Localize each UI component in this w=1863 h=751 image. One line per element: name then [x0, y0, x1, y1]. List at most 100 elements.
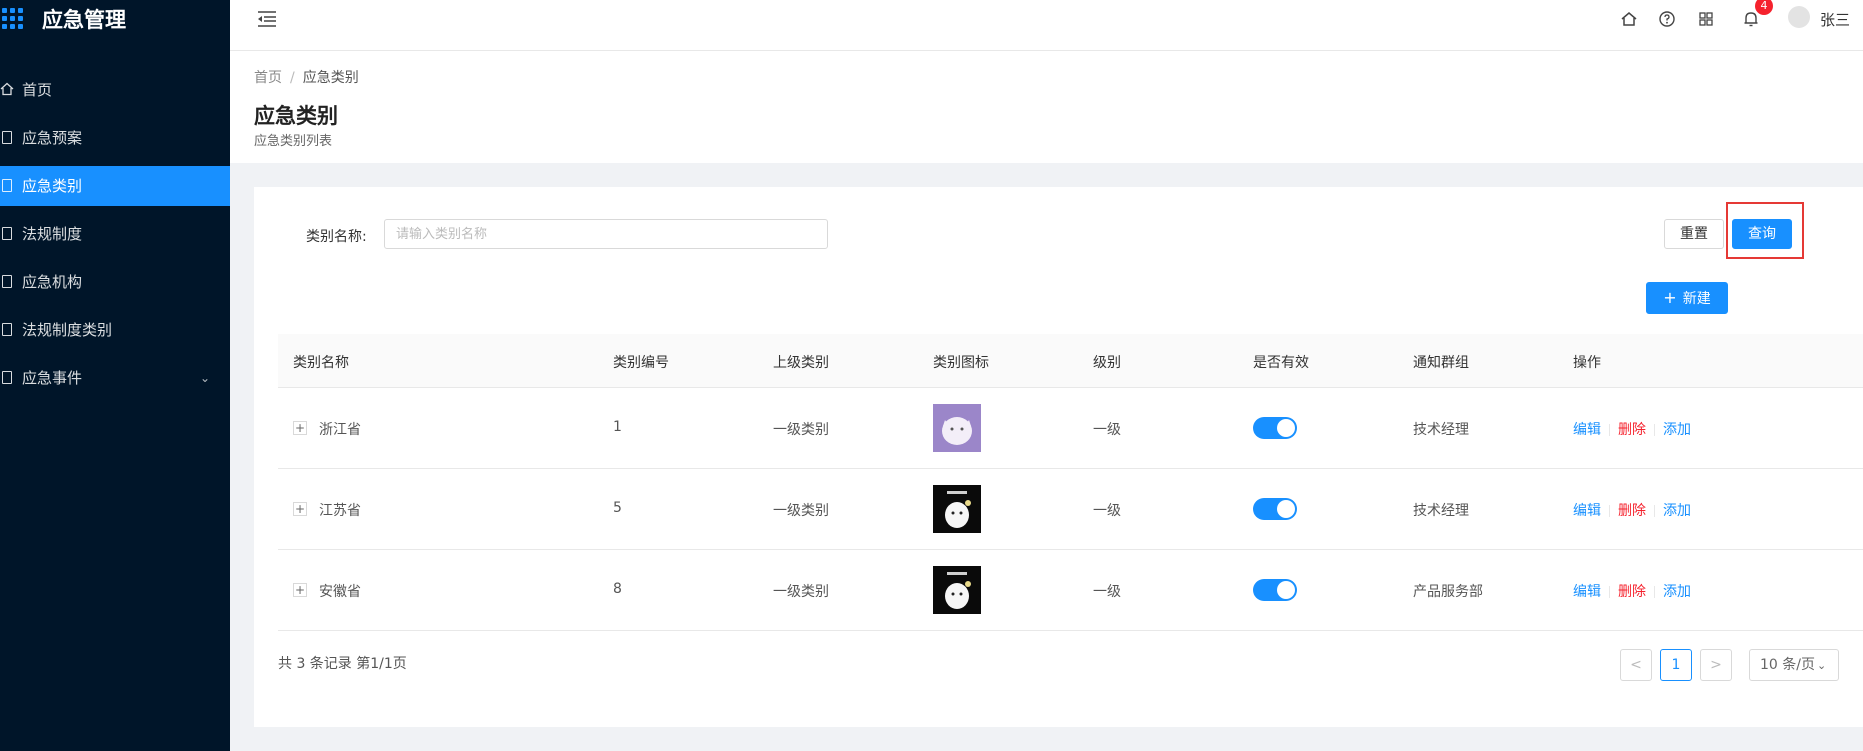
- menu-fold-icon[interactable]: [256, 10, 278, 28]
- delete-link[interactable]: 删除: [1618, 584, 1646, 600]
- app-title: 应急管理: [42, 8, 126, 32]
- delete-link[interactable]: 删除: [1618, 422, 1646, 438]
- sidebar-item-label: 应急预案: [22, 129, 83, 147]
- page-header: 首页 / 应急类别 应急类别 应急类别列表: [230, 51, 1863, 163]
- sidebar-item-label: 应急机构: [22, 273, 83, 291]
- sidebar-item-label: 应急事件: [22, 369, 83, 387]
- cell-level: 一级: [1093, 503, 1121, 519]
- toggle-knob: [1277, 500, 1295, 518]
- page-number-button[interactable]: 1: [1660, 649, 1692, 681]
- table-row: + 浙江省 1 一级类别 一级 技术经理 编辑 删除 添加: [278, 388, 1863, 469]
- cell-name: 江苏省: [319, 503, 361, 519]
- expand-row-icon[interactable]: +: [293, 421, 307, 435]
- sidebar: 应急管理 首页 应急预案 应急类别 法规制度 应急机构 法规制度类别 应急事件 …: [0, 0, 230, 751]
- sidebar-item-organizations[interactable]: 应急机构: [0, 262, 230, 302]
- column-header-level: 级别: [1093, 355, 1121, 371]
- add-link[interactable]: 添加: [1663, 584, 1691, 600]
- table-row: + 江苏省 5 一级类别 一级 技术经理 编辑 删除 添加: [278, 469, 1863, 550]
- file-icon: [2, 275, 12, 288]
- query-highlight-box: [1726, 202, 1804, 259]
- top-header: [230, 0, 1863, 51]
- row-actions: 编辑 删除 添加: [1573, 500, 1691, 520]
- edit-link[interactable]: 编辑: [1573, 503, 1601, 519]
- sidebar-item-label: 首页: [22, 81, 53, 99]
- valid-toggle[interactable]: [1253, 579, 1297, 601]
- column-header-name: 类别名称: [293, 355, 349, 371]
- category-table: 类别名称 类别编号 上级类别 类别图标 级别 是否有效 通知群组 操作 + 浙江…: [278, 334, 1863, 631]
- category-name-input[interactable]: [384, 219, 828, 249]
- home-icon[interactable]: [1620, 10, 1638, 28]
- file-icon: [2, 323, 12, 336]
- content-card: 类别名称: 重置 查询 +新建 类别名称 类别编号 上级类别 类别图标 级别 是…: [254, 187, 1863, 727]
- file-icon: [2, 371, 12, 384]
- table-header: 类别名称 类别编号 上级类别 类别图标 级别 是否有效 通知群组 操作: [278, 334, 1863, 388]
- sidebar-item-categories[interactable]: 应急类别: [0, 166, 230, 206]
- chevron-down-icon: ⌄: [200, 371, 211, 385]
- action-divider: [1609, 424, 1610, 436]
- cell-name: 安徽省: [319, 584, 361, 600]
- category-icon-image: [933, 566, 981, 614]
- column-header-parent: 上级类别: [773, 355, 829, 371]
- column-header-actions: 操作: [1573, 355, 1601, 371]
- sidebar-item-label: 法规制度类别: [22, 321, 113, 339]
- add-link[interactable]: 添加: [1663, 422, 1691, 438]
- sidebar-item-home[interactable]: 首页: [0, 70, 230, 110]
- reset-button[interactable]: 重置: [1664, 219, 1724, 249]
- toggle-knob: [1277, 581, 1295, 599]
- category-name-label: 类别名称:: [306, 229, 367, 245]
- sidebar-item-events[interactable]: 应急事件 ⌄: [0, 358, 230, 398]
- cell-parent: 一级类别: [773, 503, 829, 519]
- cell-code: 8: [613, 581, 622, 597]
- cell-parent: 一级类别: [773, 584, 829, 600]
- avatar[interactable]: [1788, 6, 1810, 28]
- cell-code: 1: [613, 419, 622, 435]
- sidebar-item-plans[interactable]: 应急预案: [0, 118, 230, 158]
- sidebar-item-regulation-categories[interactable]: 法规制度类别: [0, 310, 230, 350]
- action-divider: [1654, 505, 1655, 517]
- action-divider: [1654, 424, 1655, 436]
- page-size-select[interactable]: 10 条/页 ⌄: [1749, 649, 1839, 681]
- prev-page-button[interactable]: <: [1620, 649, 1652, 681]
- breadcrumb: 首页 / 应急类别: [254, 67, 359, 87]
- edit-link[interactable]: 编辑: [1573, 584, 1601, 600]
- expand-row-icon[interactable]: +: [293, 502, 307, 516]
- page-title: 应急类别: [254, 104, 338, 128]
- breadcrumb-separator: /: [290, 70, 295, 86]
- sidebar-item-regulations[interactable]: 法规制度: [0, 214, 230, 254]
- pagination-summary: 共 3 条记录 第1/1页: [278, 656, 407, 672]
- chevron-down-icon: ⌄: [1816, 659, 1827, 672]
- category-icon-image: [933, 404, 981, 452]
- home-icon: [0, 82, 14, 96]
- column-header-group: 通知群组: [1413, 355, 1469, 371]
- cell-name: 浙江省: [319, 422, 361, 438]
- user-name[interactable]: 张三: [1820, 9, 1850, 30]
- cell-level: 一级: [1093, 422, 1121, 438]
- edit-link[interactable]: 编辑: [1573, 422, 1601, 438]
- file-icon: [2, 131, 12, 144]
- delete-link[interactable]: 删除: [1618, 503, 1646, 519]
- valid-toggle[interactable]: [1253, 498, 1297, 520]
- cell-code: 5: [613, 500, 622, 516]
- new-button-label: 新建: [1682, 291, 1711, 307]
- valid-toggle[interactable]: [1253, 417, 1297, 439]
- column-header-valid: 是否有效: [1253, 355, 1309, 371]
- cell-parent: 一级类别: [773, 422, 829, 438]
- apps-icon[interactable]: [1697, 10, 1715, 28]
- column-header-code: 类别编号: [613, 355, 669, 371]
- next-page-button[interactable]: >: [1700, 649, 1732, 681]
- expand-row-icon[interactable]: +: [293, 583, 307, 597]
- help-icon[interactable]: [1658, 10, 1676, 28]
- new-button[interactable]: + 新建: [1646, 282, 1728, 314]
- cell-group: 技术经理: [1413, 503, 1469, 519]
- file-icon: [2, 227, 12, 240]
- table-row: + 安徽省 8 一级类别 一级 产品服务部 编辑 删除 添加: [278, 550, 1863, 631]
- sidebar-menu: 首页 应急预案 应急类别 法规制度 应急机构 法规制度类别 应急事件 ⌄: [0, 70, 230, 406]
- breadcrumb-current: 应急类别: [302, 70, 359, 86]
- breadcrumb-home[interactable]: 首页: [254, 70, 282, 86]
- cell-group: 产品服务部: [1413, 584, 1483, 600]
- cell-group: 技术经理: [1413, 422, 1469, 438]
- cell-level: 一级: [1093, 584, 1121, 600]
- add-link[interactable]: 添加: [1663, 503, 1691, 519]
- apps-grid-icon: [2, 8, 24, 30]
- category-icon-image: [933, 485, 981, 533]
